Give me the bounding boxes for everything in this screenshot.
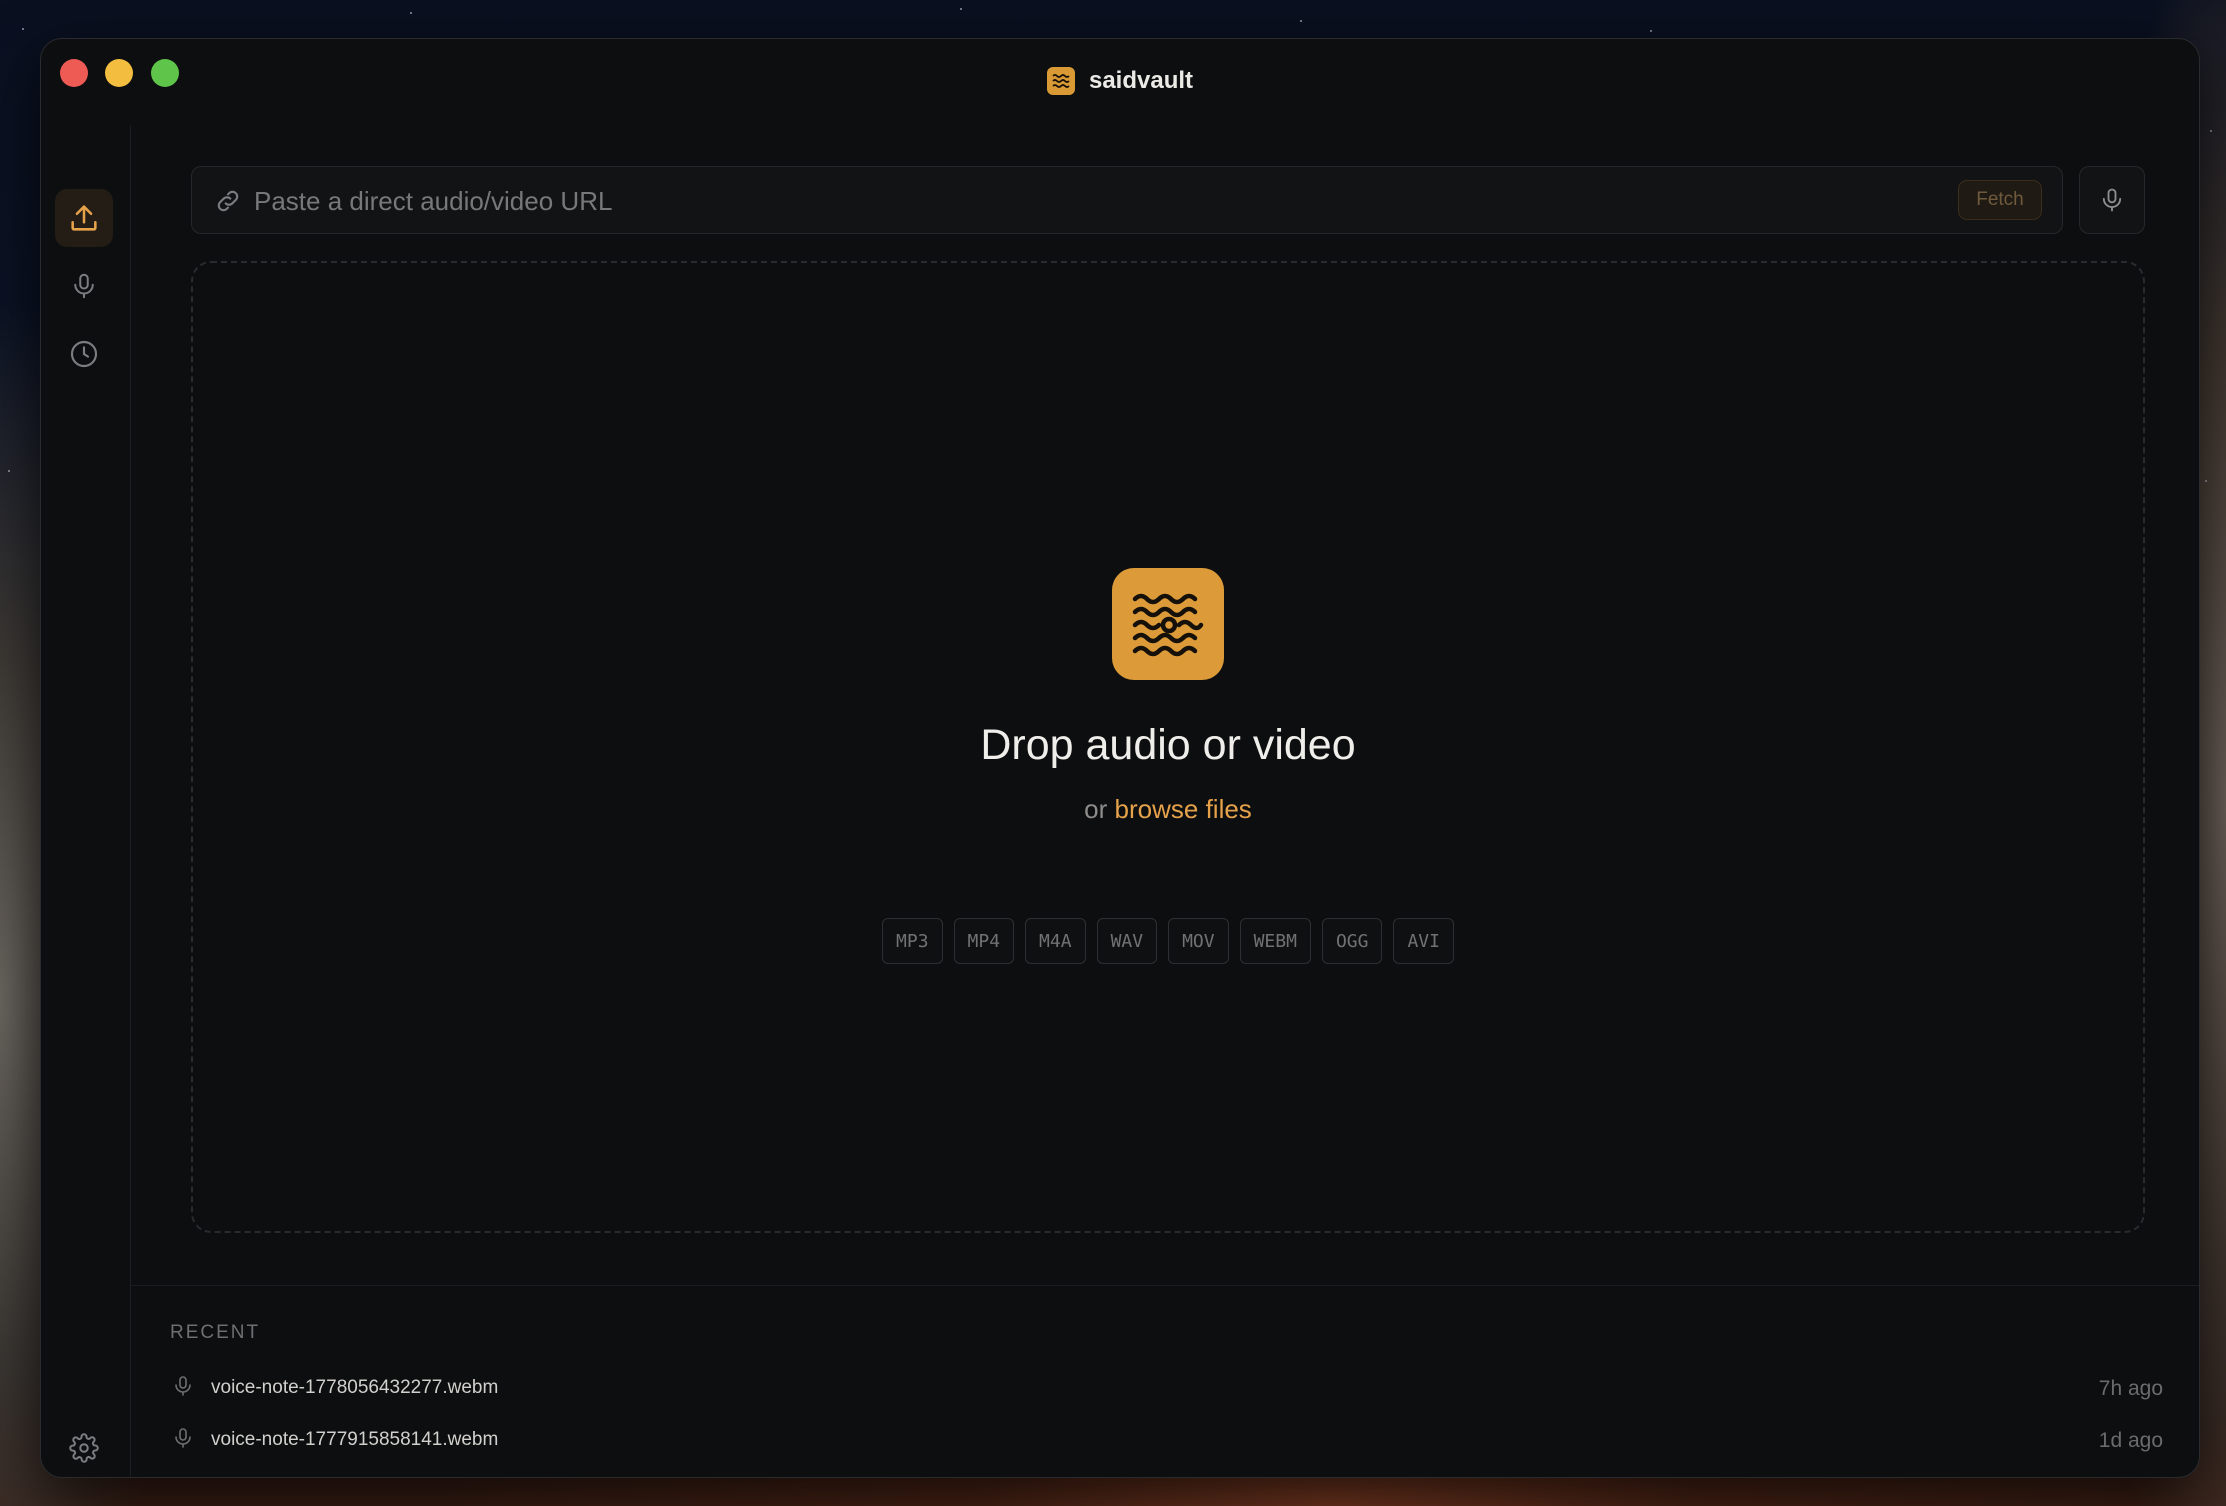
sidebar-item-record[interactable] — [55, 257, 113, 315]
microphone-icon — [74, 273, 94, 299]
saidvault-logo-icon — [1112, 568, 1224, 680]
format-badge: M4A — [1025, 918, 1086, 964]
format-badge: OGG — [1321, 918, 1383, 964]
recent-item-time: 7h ago — [2098, 1377, 2163, 1400]
recent-heading: RECENT — [170, 1322, 261, 1343]
fetch-button[interactable]: Fetch — [1958, 180, 2042, 220]
url-bar: Fetch — [191, 166, 2063, 234]
format-badge: MP4 — [953, 918, 1015, 964]
format-list: MP3 MP4 M4A WAV MOV WEBM OGG AVI — [193, 918, 2143, 964]
drop-subtitle: or browse files — [193, 794, 2143, 825]
recent-item-time: 1d ago — [2098, 1429, 2163, 1452]
drop-title: Drop audio or video — [980, 721, 1356, 769]
upload-icon — [71, 205, 97, 231]
url-input[interactable] — [254, 179, 1954, 223]
sidebar — [41, 125, 131, 1477]
sidebar-item-upload[interactable] — [55, 189, 113, 247]
app-window: saidvault Paste a direct audio/video URL… — [40, 38, 2200, 1478]
format-badge: MP3 — [882, 918, 943, 964]
browse-files-link[interactable]: browse files — [1115, 794, 1252, 824]
link-icon — [217, 190, 239, 212]
settings-button[interactable] — [55, 1419, 113, 1477]
record-mic-button[interactable] — [2079, 166, 2145, 234]
saidvault-logo-icon — [1046, 67, 1075, 95]
title-bar[interactable]: saidvault — [41, 39, 2199, 125]
format-badge: WAV — [1096, 918, 1158, 964]
clock-icon — [70, 340, 98, 368]
drop-subtitle-prefix: or — [1084, 794, 1108, 824]
recent-item-name: voice-note-1777915858141.webm — [211, 1429, 499, 1450]
recent-panel: RECENT voice-note-1778056432277.webm 7h … — [131, 1285, 2199, 1477]
format-badge: MOV — [1168, 918, 1229, 964]
window-title: saidvault — [1088, 67, 1194, 94]
microphone-icon — [2102, 188, 2122, 212]
format-badge: AVI — [1393, 918, 1454, 964]
recent-item[interactable]: voice-note-1778056432277.webm 7h ago — [131, 1368, 2199, 1408]
microphone-icon — [175, 1428, 191, 1448]
microphone-icon — [175, 1376, 191, 1396]
recent-item-name: voice-note-1778056432277.webm — [211, 1377, 499, 1398]
format-badge: WEBM — [1239, 918, 1311, 964]
gear-icon — [69, 1433, 99, 1463]
drop-zone[interactable]: Drop audio or video or browse files MP3 … — [191, 261, 2145, 1233]
recent-item[interactable]: voice-note-1777915858141.webm 1d ago — [131, 1420, 2199, 1460]
sidebar-item-history[interactable] — [55, 325, 113, 383]
